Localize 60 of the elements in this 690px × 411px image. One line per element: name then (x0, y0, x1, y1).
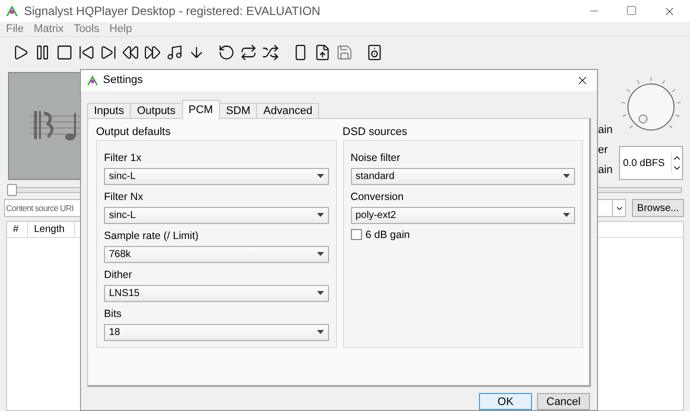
file-upload-icon (314, 44, 330, 60)
slider-handle[interactable] (7, 184, 17, 196)
music-note-icon (166, 44, 182, 60)
menu-item[interactable]: Help (109, 23, 132, 35)
setting-label: er (598, 144, 609, 156)
tab[interactable]: Inputs (87, 102, 131, 119)
menu-item[interactable]: File (6, 23, 24, 35)
dropdown[interactable]: LNS15 (104, 284, 328, 302)
group-title: Output defaults (96, 126, 172, 140)
skip-forward-icon (100, 44, 116, 60)
dropdown-arrow-icon (316, 330, 324, 334)
dropdown-arrow-icon (563, 174, 570, 178)
dropdown-arrow-icon (316, 174, 324, 178)
menu-item[interactable]: Matrix (34, 23, 64, 35)
field-label: Filter Nx (104, 190, 144, 204)
dropdown[interactable]: sinc-L (104, 206, 328, 224)
rotate-icon (218, 44, 234, 60)
setting-label: ain (598, 124, 614, 136)
dropdown[interactable]: poly-ext2 (350, 206, 575, 224)
field-label: Conversion (350, 190, 405, 204)
maximize-icon[interactable] (626, 4, 637, 16)
app-logo-icon (6, 5, 18, 17)
tab[interactable]: PCM (182, 100, 220, 119)
app-logo-icon (87, 74, 98, 86)
group-title: DSD sources (342, 126, 408, 140)
setting-label: ain (598, 164, 614, 176)
save-icon (336, 44, 352, 60)
field-label: Dither (104, 268, 134, 282)
tab[interactable]: Outputs (130, 102, 182, 119)
speaker-icon (366, 44, 382, 60)
cancel-button[interactable]: Cancel (537, 393, 590, 410)
dropdown[interactable]: standard (350, 168, 575, 185)
dropdown[interactable]: 768k (104, 246, 328, 263)
checkbox[interactable] (350, 229, 362, 240)
column-header[interactable]: # (7, 222, 28, 237)
browse-button[interactable]: Browse... (632, 199, 684, 217)
repeat-icon (240, 44, 256, 60)
rewind-icon (122, 44, 138, 60)
checkbox-label: 6 dB gain (366, 228, 410, 242)
field-label: Noise filter (350, 150, 402, 165)
volume-spinbox[interactable]: 0.0 dBFS (619, 146, 683, 180)
column-header[interactable]: Length (28, 222, 75, 237)
tab[interactable]: Advanced (256, 102, 320, 119)
dropdown-arrow-icon (316, 213, 324, 218)
dropdown-arrow-icon (316, 291, 324, 296)
ok-button[interactable]: OK (479, 393, 532, 410)
field-label: Sample rate (/ Limit) (104, 228, 200, 243)
shuffle-icon (262, 44, 278, 60)
dropdown-arrow-icon (316, 252, 324, 256)
fast-forward-icon (144, 44, 160, 60)
field-label: Filter 1x (104, 150, 142, 165)
stop-icon (56, 44, 72, 60)
dialog-title: Settings (103, 74, 144, 86)
dropdown[interactable]: 18 (104, 324, 328, 341)
skip-back-icon (78, 44, 94, 60)
window-title: Signalyst HQPlayer Desktop - registered: EVALUATION (24, 4, 322, 18)
dropdown-arrow-icon (563, 213, 570, 218)
dropdown[interactable]: sinc-L (104, 168, 328, 185)
menu-item[interactable]: Tools (74, 23, 100, 35)
field-label: Bits (104, 306, 123, 321)
